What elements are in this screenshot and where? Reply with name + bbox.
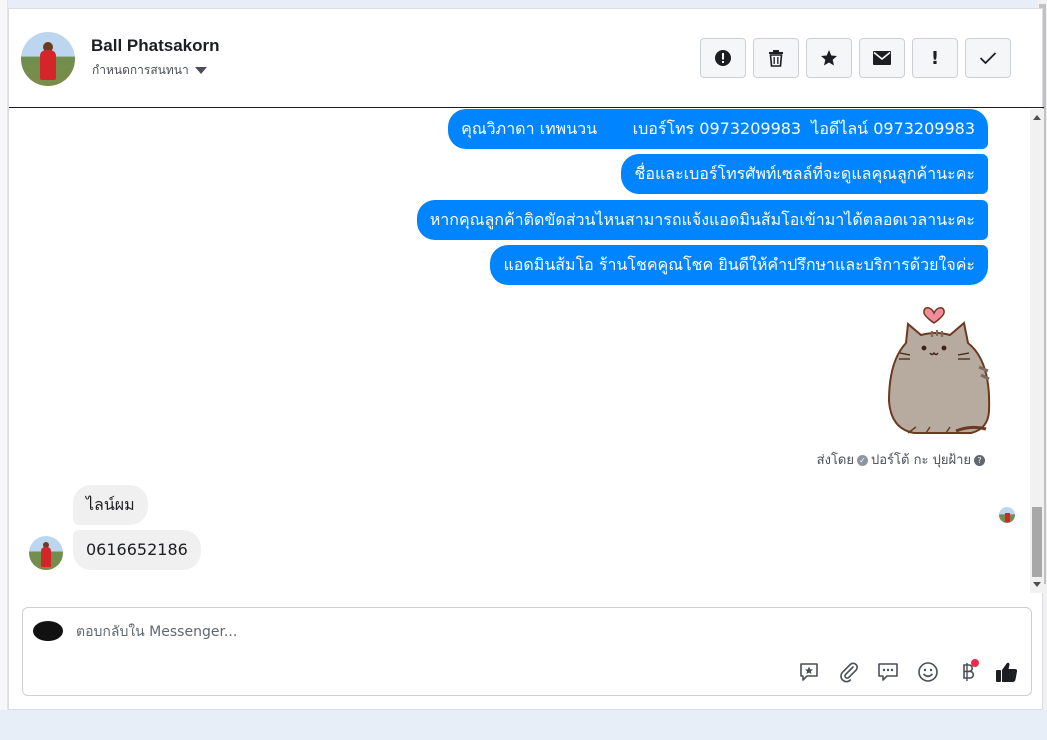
- paperclip-icon: [840, 662, 858, 683]
- outgoing-message[interactable]: คุณวิภาดา เทพนวน เบอร์โทร 0973209983 ไอด…: [448, 109, 988, 149]
- seen-by-avatar: [999, 507, 1015, 523]
- scroll-down-icon[interactable]: [1033, 582, 1041, 587]
- scroll-up-icon[interactable]: [1033, 115, 1041, 120]
- sent-by-person[interactable]: ปอร์โต้ กะ ปุยฝ้าย: [871, 453, 971, 468]
- sent-by-line: ส่งโดย ✓ ปอร์โต้ กะ ปุยฝ้าย?: [817, 449, 988, 470]
- thread-scrollbar[interactable]: [1030, 109, 1044, 593]
- message-thread: คุณวิภาดา เทพนวน เบอร์โทร 0973209983 ไอด…: [9, 109, 1029, 599]
- saved-reply-icon: [800, 663, 818, 681]
- thumbs-up-icon: [996, 662, 1018, 682]
- incoming-message[interactable]: 0616652186: [73, 530, 201, 570]
- schedule-label: กำหนดการสนทนา: [92, 63, 189, 77]
- chat-bubble-icon: [878, 663, 898, 681]
- delete-button[interactable]: [753, 38, 799, 78]
- pusheen-cat-sticker[interactable]: [886, 301, 1001, 441]
- star-icon: [821, 50, 837, 66]
- star-button[interactable]: [806, 38, 852, 78]
- smiley-icon: [918, 662, 938, 682]
- payment-button[interactable]: [955, 659, 981, 685]
- caret-down-icon: [194, 67, 207, 74]
- reply-input[interactable]: [76, 620, 776, 644]
- outgoing-message[interactable]: ชื่อและเบอร์โทรศัพท์เซลล์ที่จะดูแลคุณลูก…: [621, 154, 988, 194]
- page-logo: [33, 621, 63, 641]
- mark-important-button[interactable]: !: [912, 38, 958, 78]
- sender-avatar[interactable]: [29, 536, 63, 570]
- check-circle-icon: ✓: [857, 455, 868, 466]
- reply-composer: [22, 607, 1032, 696]
- incoming-message[interactable]: ไลน์ผม: [73, 485, 148, 525]
- conversation-schedule-dropdown[interactable]: กำหนดการสนทนา: [92, 61, 207, 80]
- thread-scrollbar-thumb[interactable]: [1032, 507, 1042, 577]
- mark-unread-button[interactable]: [859, 38, 905, 78]
- mark-done-button[interactable]: [965, 38, 1011, 78]
- question-circle-icon[interactable]: ?: [974, 455, 985, 466]
- envelope-icon: [873, 51, 891, 65]
- contact-name[interactable]: Ball Phatsakorn: [91, 36, 220, 56]
- outgoing-message[interactable]: แอดมินส้มโอ ร้านโชคคูณโชค ยินดีให้คำปรึก…: [490, 245, 988, 285]
- avatar[interactable]: [21, 32, 75, 86]
- check-icon: [979, 52, 997, 65]
- left-edge: [0, 0, 8, 710]
- notification-dot: [971, 659, 979, 667]
- like-button[interactable]: [994, 659, 1020, 685]
- emoji-button[interactable]: [915, 659, 941, 685]
- quick-reply-button[interactable]: [875, 659, 901, 685]
- exclamation-icon: !: [930, 47, 940, 69]
- conversation-panel: Ball Phatsakorn กำหนดการสนทนา ! คุณวิภาด…: [8, 8, 1044, 710]
- attach-button[interactable]: [836, 659, 862, 685]
- mark-spam-button[interactable]: [700, 38, 746, 78]
- outgoing-message[interactable]: หากคุณลูกค้าติดขัดส่วนไหนสามารถแจ้งแอดมิ…: [416, 200, 988, 240]
- sent-by-prefix: ส่งโดย: [816, 453, 854, 468]
- alert-circle-icon: [715, 50, 731, 66]
- conversation-header: Ball Phatsakorn กำหนดการสนทนา !: [9, 9, 1044, 108]
- trash-icon: [769, 50, 783, 67]
- saved-reply-button[interactable]: [796, 659, 822, 685]
